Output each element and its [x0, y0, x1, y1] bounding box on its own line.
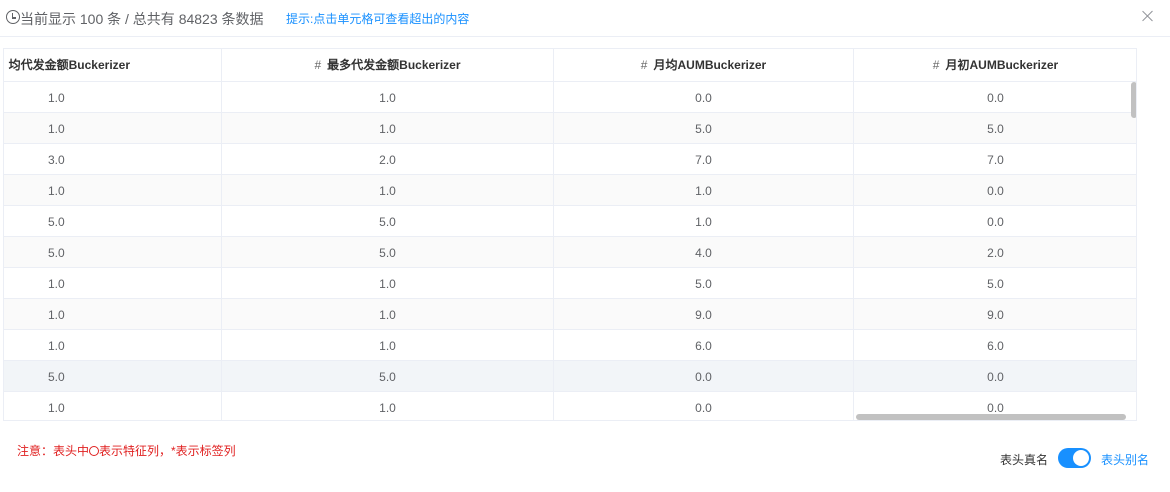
- dialog-header: 当前显示 100 条 / 总共有 84823 条数据 提示:点击单元格可查看超出…: [0, 0, 1170, 37]
- table-cell[interactable]: 7.0: [854, 144, 1136, 174]
- note-suffix: 表示特征列，*表示标签列: [99, 444, 236, 458]
- close-icon[interactable]: [1140, 8, 1156, 24]
- table-row[interactable]: 1.0 1.0 5.0 5.0: [4, 113, 1136, 144]
- table-row[interactable]: 5.0 5.0 0.0 0.0: [4, 361, 1136, 392]
- table-row[interactable]: 1.0 1.0 9.0 9.0: [4, 299, 1136, 330]
- table-cell[interactable]: 0.0: [554, 392, 854, 420]
- column-legend-note: 注意：表头中 表示特征列，*表示标签列: [17, 442, 236, 459]
- table-cell[interactable]: 1.0: [4, 299, 222, 329]
- table-row[interactable]: 3.0 2.0 7.0 7.0: [4, 144, 1136, 175]
- column-header[interactable]: # 月均AUMBuckerizer: [554, 49, 854, 81]
- table-cell[interactable]: 6.0: [554, 330, 854, 360]
- table-body: 1.0 1.0 0.0 0.0 1.0 1.0 5.0 5.0 3.0 2.0 7.0 7.0 1.0 1…: [4, 82, 1136, 420]
- feature-gear-icon: [89, 446, 100, 456]
- table-cell[interactable]: 7.0: [554, 144, 854, 174]
- table-cell[interactable]: 0.0: [854, 361, 1136, 391]
- feature-hash-icon: #: [932, 58, 940, 72]
- table-cell[interactable]: 1.0: [554, 175, 854, 205]
- data-preview-table: 均代发金额Buckerizer # 最多代发金额Buckerizer # 月均AUM…: [3, 48, 1137, 421]
- record-count-summary: 当前显示 100 条 / 总共有 84823 条数据: [20, 11, 264, 27]
- table-cell[interactable]: 0.0: [554, 361, 854, 391]
- vertical-scrollbar[interactable]: [1131, 82, 1136, 118]
- table-cell[interactable]: 1.0: [4, 392, 222, 420]
- column-header[interactable]: # 月初AUMBuckerizer: [854, 49, 1136, 81]
- table-cell[interactable]: 5.0: [222, 361, 554, 391]
- table-cell[interactable]: 1.0: [554, 206, 854, 236]
- table-cell[interactable]: 1.0: [222, 175, 554, 205]
- table-cell[interactable]: 0.0: [854, 82, 1136, 112]
- table-cell[interactable]: 5.0: [4, 361, 222, 391]
- header-real-name-label: 表头真名: [1000, 453, 1049, 467]
- column-header[interactable]: 均代发金额Buckerizer: [4, 49, 222, 81]
- header-name-switch[interactable]: [1058, 448, 1091, 468]
- switch-knob: [1073, 450, 1089, 466]
- table-cell[interactable]: 1.0: [4, 82, 222, 112]
- table-cell[interactable]: 2.0: [854, 237, 1136, 267]
- table-cell[interactable]: 5.0: [222, 206, 554, 236]
- note-prefix: 注意：表头中: [17, 444, 90, 458]
- table-row[interactable]: 1.0 1.0 5.0 5.0: [4, 268, 1136, 299]
- table-cell[interactable]: 5.0: [854, 113, 1136, 143]
- table-cell[interactable]: 1.0: [222, 392, 554, 420]
- table-cell[interactable]: 5.0: [4, 206, 222, 236]
- clock-icon: [6, 10, 20, 24]
- table-cell[interactable]: 1.0: [222, 330, 554, 360]
- table-cell[interactable]: 1.0: [4, 175, 222, 205]
- table-cell[interactable]: 1.0: [4, 268, 222, 298]
- table-cell[interactable]: 6.0: [854, 330, 1136, 360]
- feature-hash-icon: #: [314, 58, 322, 72]
- table-cell[interactable]: 5.0: [4, 237, 222, 267]
- table-row[interactable]: 1.0 1.0 0.0 0.0: [4, 82, 1136, 113]
- column-header-label: 最多代发金额Buckerizer: [327, 58, 461, 72]
- table-cell[interactable]: 9.0: [554, 299, 854, 329]
- column-header-label: 均代发金额Buckerizer: [8, 58, 130, 72]
- table-cell[interactable]: 3.0: [4, 144, 222, 174]
- table-cell[interactable]: 9.0: [854, 299, 1136, 329]
- table-cell[interactable]: 5.0: [854, 268, 1136, 298]
- table-row[interactable]: 5.0 5.0 4.0 2.0: [4, 237, 1136, 268]
- table-cell[interactable]: 1.0: [4, 113, 222, 143]
- header-alias-label: 表头别名: [1101, 453, 1150, 467]
- column-header[interactable]: # 最多代发金额Buckerizer: [222, 49, 554, 81]
- table-row[interactable]: 1.0 1.0 6.0 6.0: [4, 330, 1136, 361]
- table-row[interactable]: 1.0 1.0 1.0 0.0: [4, 175, 1136, 206]
- table-cell[interactable]: 1.0: [222, 268, 554, 298]
- table-cell[interactable]: 2.0: [222, 144, 554, 174]
- table-cell[interactable]: 1.0: [222, 113, 554, 143]
- table-cell[interactable]: 0.0: [854, 206, 1136, 236]
- table-header: 均代发金额Buckerizer # 最多代发金额Buckerizer # 月均AUM…: [4, 49, 1136, 82]
- table-cell[interactable]: 0.0: [554, 82, 854, 112]
- table-cell[interactable]: 1.0: [222, 82, 554, 112]
- table-cell[interactable]: 1.0: [4, 330, 222, 360]
- column-header-label: 月初AUMBuckerizer: [945, 58, 1059, 72]
- table-cell[interactable]: 0.0: [854, 175, 1136, 205]
- horizontal-scrollbar[interactable]: [856, 414, 1126, 420]
- table-row[interactable]: 5.0 5.0 1.0 0.0: [4, 206, 1136, 237]
- table-cell[interactable]: 1.0: [222, 299, 554, 329]
- table-cell[interactable]: 4.0: [554, 237, 854, 267]
- table-cell[interactable]: 5.0: [554, 268, 854, 298]
- column-header-label: 月均AUMBuckerizer: [653, 58, 767, 72]
- hint-text: 提示:点击单元格可查看超出的内容: [286, 12, 470, 26]
- feature-hash-icon: #: [640, 58, 648, 72]
- table-cell[interactable]: 5.0: [554, 113, 854, 143]
- table-cell[interactable]: 5.0: [222, 237, 554, 267]
